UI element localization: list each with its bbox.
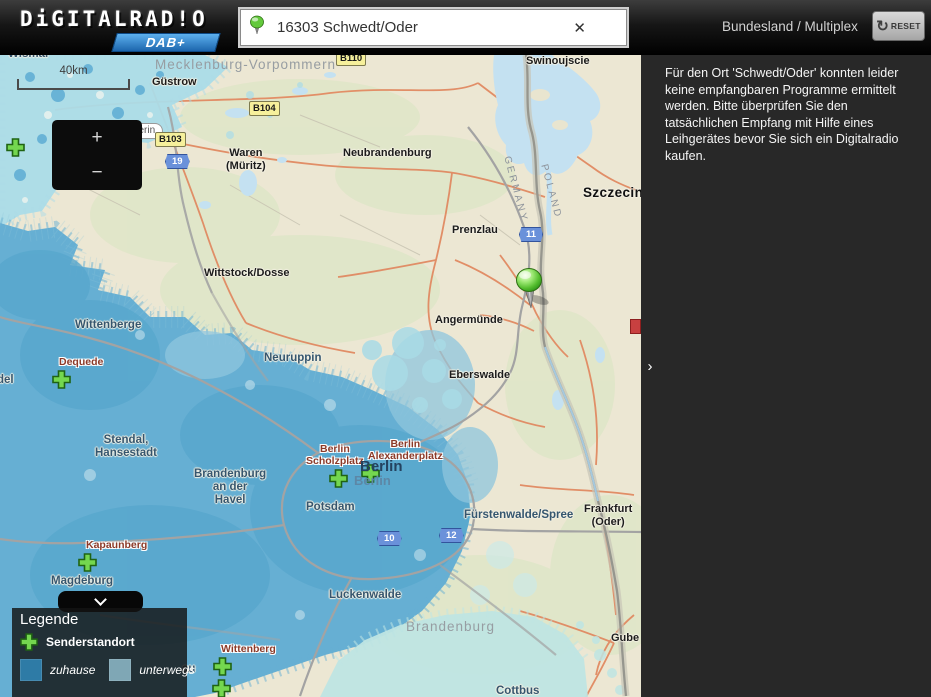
- transmitter-marker[interactable]: [52, 370, 71, 389]
- selected-location-pin[interactable]: [511, 267, 553, 311]
- transmitter-marker[interactable]: [213, 657, 232, 676]
- road-badge: [630, 319, 641, 334]
- zuhause-label: zuhause: [50, 663, 95, 677]
- reset-button[interactable]: ↻ RESET: [872, 11, 925, 41]
- bundesland-multiplex-link[interactable]: Bundesland / Multiplex: [722, 19, 858, 34]
- road-badge: B103: [155, 132, 186, 147]
- legend-panel: Legende Senderstandort zuhause unterwegs: [12, 608, 187, 697]
- chevron-down-icon: [94, 593, 107, 606]
- zoom-in-button[interactable]: +: [52, 120, 142, 155]
- logo-text: DiGITALRAD!O: [20, 7, 230, 31]
- no-reception-message: Für den Ort 'Schwedt/Oder' konnten leide…: [665, 65, 919, 164]
- app-logo: DiGITALRAD!O DAB+: [20, 7, 230, 51]
- road-badge: 10: [377, 531, 402, 546]
- unterwegs-label: unterwegs: [139, 663, 194, 677]
- road-badge: 11: [519, 227, 543, 242]
- transmitter-icon: [20, 633, 38, 651]
- location-search-box: ✕: [240, 9, 627, 46]
- scale-line: [17, 79, 130, 90]
- road-badge: 12: [439, 528, 464, 543]
- road-badge: 19: [165, 154, 190, 169]
- results-panel: › Für den Ort 'Schwedt/Oder' konnten lei…: [641, 55, 931, 697]
- unterwegs-swatch: [109, 659, 131, 681]
- legend-items: zuhause unterwegs: [20, 659, 179, 681]
- dab-plus-badge: DAB+: [111, 33, 220, 52]
- scale-label: 40km: [17, 65, 130, 77]
- road-badge: B104: [249, 101, 280, 116]
- top-bar: DiGITALRAD!O DAB+ ✕ Bundesland / Multipl…: [0, 0, 931, 55]
- map-scale: 40km: [17, 65, 130, 90]
- legend-transmitter-row: Senderstandort: [20, 633, 179, 651]
- dab-plus-label: DAB+: [144, 35, 188, 50]
- transmitter-marker[interactable]: [212, 679, 231, 697]
- legend-title: Legende: [20, 611, 179, 628]
- road-badge: B110: [336, 55, 366, 66]
- coverage-map[interactable]: WismarMecklenburg-VorpommernGüstrowWaren…: [0, 55, 641, 697]
- zuhause-swatch: [20, 659, 42, 681]
- panel-collapse-handle[interactable]: ›: [643, 355, 657, 377]
- legend-transmitter-label: Senderstandort: [46, 635, 135, 649]
- transmitter-marker[interactable]: [78, 553, 97, 572]
- reset-label: RESET: [891, 21, 921, 31]
- location-pin-icon: [249, 15, 266, 40]
- transmitter-marker[interactable]: [329, 469, 348, 488]
- clear-search-button[interactable]: ✕: [569, 10, 590, 45]
- reset-icon: ↻: [876, 19, 889, 34]
- transmitter-marker[interactable]: [6, 138, 25, 157]
- zoom-out-button[interactable]: −: [52, 155, 142, 190]
- zoom-control: + −: [52, 120, 142, 190]
- transmitter-marker[interactable]: [361, 464, 380, 483]
